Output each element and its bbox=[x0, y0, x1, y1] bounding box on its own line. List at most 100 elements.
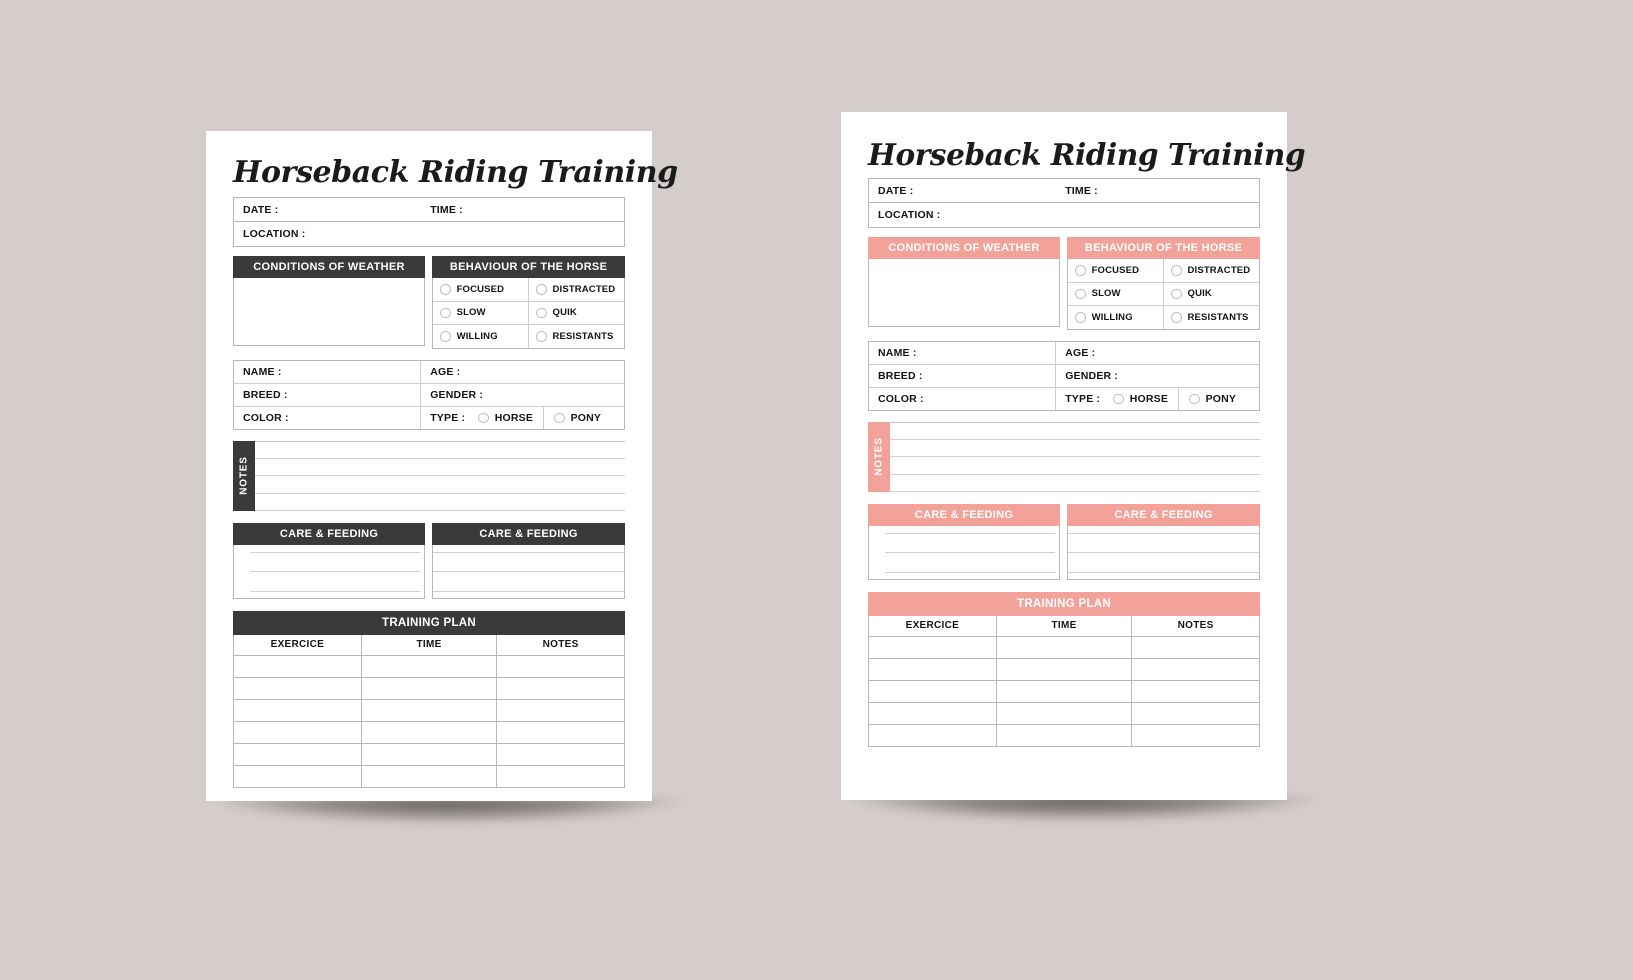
type-option-pony[interactable]: PONY bbox=[554, 412, 601, 424]
color-field[interactable]: COLOR : bbox=[869, 387, 1057, 410]
radio-icon[interactable] bbox=[536, 307, 547, 319]
cell-time[interactable] bbox=[360, 677, 498, 699]
radio-icon[interactable] bbox=[1075, 265, 1086, 276]
cell-time[interactable] bbox=[360, 721, 498, 743]
radio-icon[interactable] bbox=[440, 331, 451, 342]
type-option-pony[interactable]: PONY bbox=[1189, 393, 1236, 405]
gender-field[interactable]: GENDER : bbox=[1056, 365, 1259, 387]
radio-icon[interactable] bbox=[1171, 312, 1182, 323]
cell-exercice[interactable] bbox=[869, 725, 996, 746]
table-row[interactable] bbox=[234, 654, 624, 677]
cell-notes[interactable] bbox=[497, 766, 624, 787]
name-field[interactable]: NAME : bbox=[869, 341, 1057, 364]
name-field[interactable]: NAME : bbox=[234, 360, 422, 383]
cell-time[interactable] bbox=[360, 655, 498, 677]
weather-write-area[interactable] bbox=[233, 278, 426, 346]
cell-notes[interactable] bbox=[1132, 703, 1259, 724]
behaviour-option-distracted[interactable]: DISTRACTED bbox=[528, 278, 624, 301]
cell-time[interactable] bbox=[995, 680, 1133, 702]
notes-write-area[interactable] bbox=[255, 440, 625, 511]
care-feeding-left-body[interactable] bbox=[233, 544, 426, 599]
behaviour-option-focused[interactable]: FOCUSED bbox=[433, 278, 528, 301]
breed-field[interactable]: BREED : bbox=[869, 364, 1057, 387]
breed-field[interactable]: BREED : bbox=[234, 383, 422, 406]
behaviour-option-distracted[interactable]: DISTRACTED bbox=[1163, 259, 1259, 282]
radio-icon[interactable] bbox=[1075, 312, 1086, 323]
table-row[interactable] bbox=[869, 701, 1259, 724]
cell-notes[interactable] bbox=[497, 722, 624, 743]
behaviour-option-willing[interactable]: WILLING bbox=[1068, 306, 1163, 329]
weather-write-area[interactable] bbox=[868, 259, 1061, 327]
cell-exercice[interactable] bbox=[234, 744, 361, 765]
location-field[interactable]: LOCATION : bbox=[234, 222, 624, 246]
care-feeding-left-body[interactable] bbox=[868, 525, 1061, 580]
cell-notes[interactable] bbox=[497, 744, 624, 765]
table-row[interactable] bbox=[234, 764, 624, 787]
cell-exercice[interactable] bbox=[234, 766, 361, 787]
radio-icon[interactable] bbox=[1075, 288, 1086, 300]
behaviour-option-willing[interactable]: WILLING bbox=[433, 325, 528, 348]
radio-icon[interactable] bbox=[1171, 288, 1182, 300]
cell-notes[interactable] bbox=[497, 678, 624, 699]
cell-exercice[interactable] bbox=[234, 656, 361, 677]
behaviour-option-quik[interactable]: QUIK bbox=[528, 301, 624, 325]
radio-icon[interactable] bbox=[1189, 393, 1200, 405]
behaviour-option-slow[interactable]: SLOW bbox=[433, 302, 528, 325]
table-row[interactable] bbox=[869, 679, 1259, 702]
cell-exercice[interactable] bbox=[234, 700, 361, 721]
type-option-horse[interactable]: HORSE bbox=[478, 412, 533, 424]
cell-time[interactable] bbox=[360, 765, 498, 787]
cell-notes[interactable] bbox=[1132, 659, 1259, 680]
age-field[interactable]: AGE : bbox=[1056, 342, 1259, 364]
date-field[interactable]: DATE : bbox=[234, 198, 421, 221]
radio-icon[interactable] bbox=[536, 284, 547, 295]
cell-exercice[interactable] bbox=[869, 659, 996, 680]
cell-time[interactable] bbox=[995, 636, 1133, 658]
cell-exercice[interactable] bbox=[869, 637, 996, 658]
behaviour-option-quik[interactable]: QUIK bbox=[1163, 282, 1259, 306]
radio-icon[interactable] bbox=[1171, 265, 1182, 276]
cell-time[interactable] bbox=[995, 724, 1133, 746]
time-field[interactable]: TIME : bbox=[1056, 179, 1259, 202]
notes-write-area[interactable] bbox=[890, 421, 1260, 492]
cell-time[interactable] bbox=[995, 658, 1133, 680]
radio-icon[interactable] bbox=[440, 307, 451, 319]
table-row[interactable] bbox=[234, 742, 624, 765]
table-row[interactable] bbox=[234, 698, 624, 721]
location-row[interactable]: LOCATION : bbox=[868, 203, 1260, 228]
care-feeding-right-body[interactable] bbox=[1067, 525, 1260, 580]
table-row[interactable] bbox=[869, 657, 1259, 680]
cell-notes[interactable] bbox=[1132, 637, 1259, 658]
cell-notes[interactable] bbox=[497, 656, 624, 677]
table-row[interactable] bbox=[869, 635, 1259, 658]
table-row[interactable] bbox=[234, 720, 624, 743]
behaviour-option-slow[interactable]: SLOW bbox=[1068, 283, 1163, 306]
behaviour-option-resistants[interactable]: RESISTANTS bbox=[1163, 306, 1259, 329]
radio-icon[interactable] bbox=[554, 412, 565, 424]
behaviour-option-focused[interactable]: FOCUSED bbox=[1068, 259, 1163, 282]
cell-notes[interactable] bbox=[497, 700, 624, 721]
age-field[interactable]: AGE : bbox=[421, 361, 624, 383]
cell-notes[interactable] bbox=[1132, 681, 1259, 702]
radio-icon[interactable] bbox=[536, 331, 547, 342]
location-row[interactable]: LOCATION : bbox=[233, 222, 625, 247]
radio-icon[interactable] bbox=[1113, 393, 1124, 405]
behaviour-option-resistants[interactable]: RESISTANTS bbox=[528, 325, 624, 348]
type-option-horse[interactable]: HORSE bbox=[1113, 393, 1168, 405]
cell-exercice[interactable] bbox=[234, 722, 361, 743]
date-field[interactable]: DATE : bbox=[869, 179, 1056, 202]
cell-exercice[interactable] bbox=[869, 703, 996, 724]
gender-field[interactable]: GENDER : bbox=[421, 384, 624, 406]
table-row[interactable] bbox=[869, 723, 1259, 746]
cell-exercice[interactable] bbox=[234, 678, 361, 699]
cell-time[interactable] bbox=[360, 699, 498, 721]
cell-time[interactable] bbox=[995, 702, 1133, 724]
time-field[interactable]: TIME : bbox=[421, 198, 624, 221]
color-field[interactable]: COLOR : bbox=[234, 406, 422, 429]
radio-icon[interactable] bbox=[440, 284, 451, 295]
radio-icon[interactable] bbox=[478, 412, 489, 424]
table-row[interactable] bbox=[234, 676, 624, 699]
location-field[interactable]: LOCATION : bbox=[869, 203, 1259, 227]
cell-notes[interactable] bbox=[1132, 725, 1259, 746]
cell-exercice[interactable] bbox=[869, 681, 996, 702]
